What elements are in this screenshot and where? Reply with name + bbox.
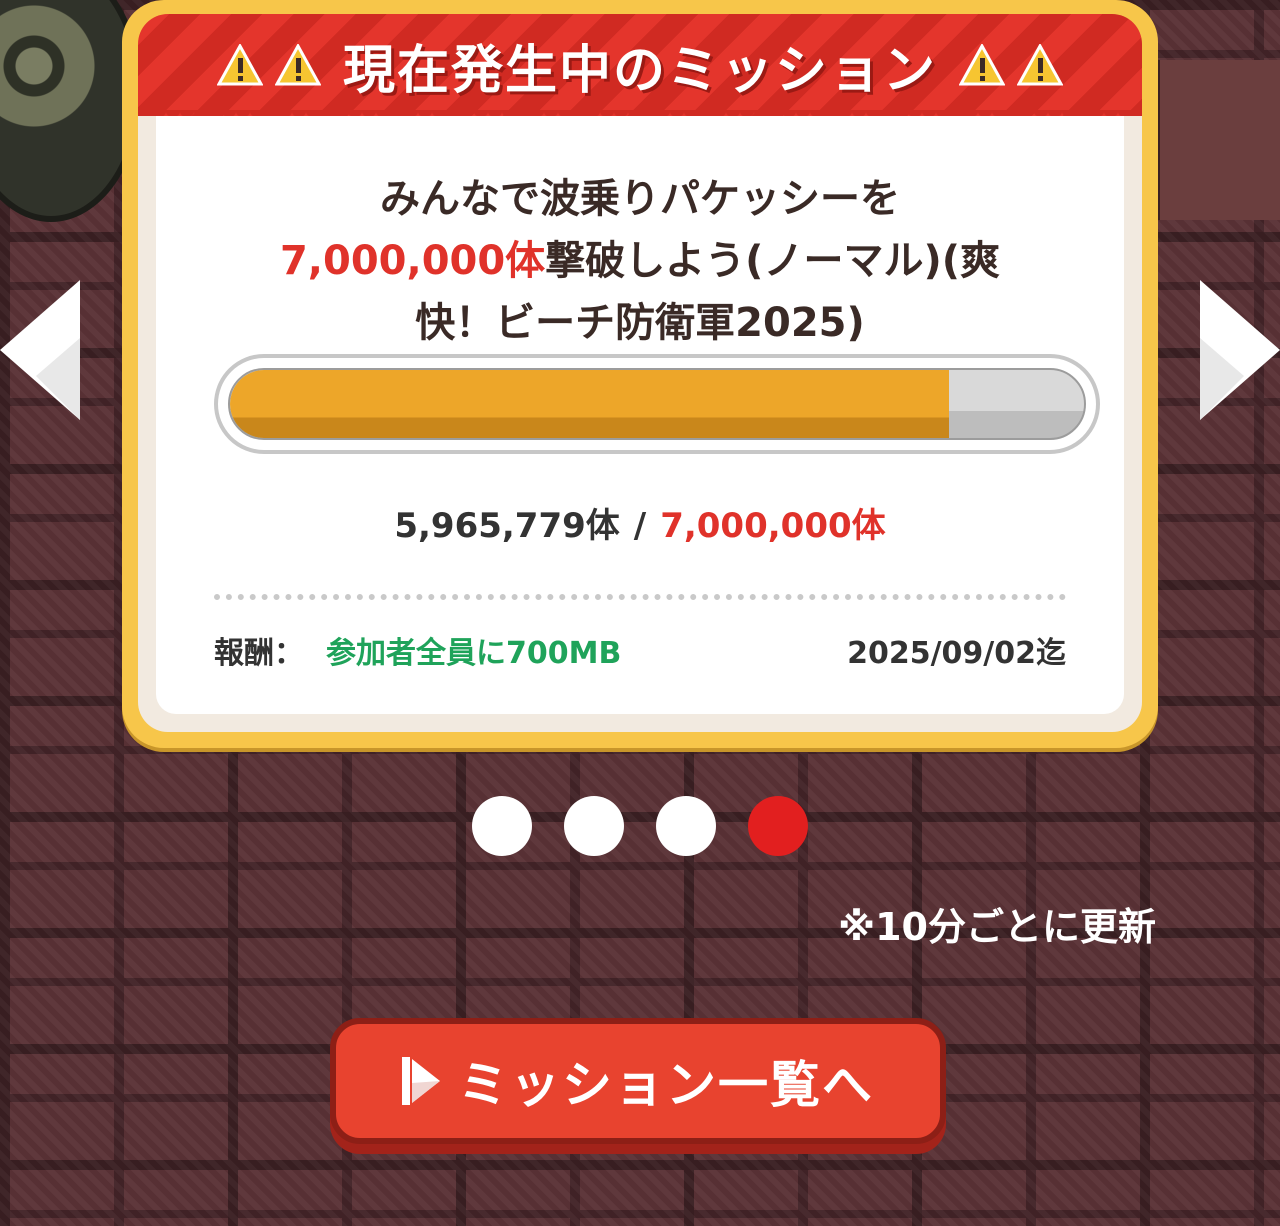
mission-card: 現在発生中のミッション みんなで波乗りパケッシーを 7,000,000体撃破しよ… <box>122 0 1158 748</box>
current-count: 5,965,779体 <box>394 506 620 546</box>
dotted-divider <box>214 594 1066 600</box>
mission-title-line2: 7,000,000体撃破しよう(ノーマル)(爽 <box>156 230 1124 292</box>
pager-dot[interactable] <box>564 796 624 856</box>
warning-icon <box>1017 44 1063 86</box>
mission-card-inner: みんなで波乗りパケッシーを 7,000,000体撃破しよう(ノーマル)(爽 快！… <box>156 116 1124 714</box>
mission-title-line2-rest: 撃破しよう(ノーマル)(爽 <box>545 238 1001 284</box>
card-title: 現在発生中のミッション <box>342 40 937 101</box>
carousel-pager <box>472 796 808 856</box>
goal-count: 7,000,000体 <box>660 506 886 546</box>
warning-icon <box>216 44 263 86</box>
progress-counts: 5,965,779体 / 7,000,000体 <box>156 498 1124 547</box>
progress-fill <box>230 370 950 438</box>
mission-title-line1: みんなで波乗りパケッシーを <box>380 176 900 222</box>
mission-list-button[interactable]: ミッション一覧へ <box>330 1018 946 1144</box>
reward-value: 参加者全員に700MB <box>326 636 622 671</box>
mission-title: みんなで波乗りパケッシーを 7,000,000体撃破しよう(ノーマル)(爽 快！… <box>156 168 1124 354</box>
brick-block <box>1150 60 1280 220</box>
mission-list-button-label: ミッション一覧へ <box>458 1056 874 1114</box>
prev-arrow-icon[interactable] <box>0 280 80 420</box>
warning-icon <box>959 44 1005 86</box>
pager-dot[interactable] <box>656 796 716 856</box>
progress-track <box>228 368 1086 440</box>
mission-progress-bar <box>214 354 1100 454</box>
mission-title-line3: 快！ビーチ防衛軍2025) <box>415 300 865 346</box>
next-arrow-icon[interactable] <box>1200 280 1280 420</box>
update-note: ※10分ごとに更新 <box>838 905 1156 949</box>
pager-dot[interactable] <box>472 796 532 856</box>
deadline: 2025/09/02迄 <box>847 636 1066 671</box>
warning-icon <box>274 44 321 86</box>
warning-icon-group-left <box>216 44 321 86</box>
mission-target-count: 7,000,000体 <box>279 238 546 284</box>
pager-dot[interactable] <box>748 796 808 856</box>
reward-label: 報酬： <box>214 636 304 671</box>
play-icon <box>402 1053 442 1109</box>
reward-row: 報酬： 参加者全員に700MB 2025/09/02迄 <box>214 628 1066 672</box>
mission-card-header: 現在発生中のミッション <box>138 14 1142 124</box>
count-separator: / <box>633 506 647 546</box>
mission-card-body: みんなで波乗りパケッシーを 7,000,000体撃破しよう(ノーマル)(爽 快！… <box>138 116 1142 732</box>
warning-icon-group-right <box>959 44 1063 86</box>
reward-group: 報酬： 参加者全員に700MB <box>214 628 621 672</box>
